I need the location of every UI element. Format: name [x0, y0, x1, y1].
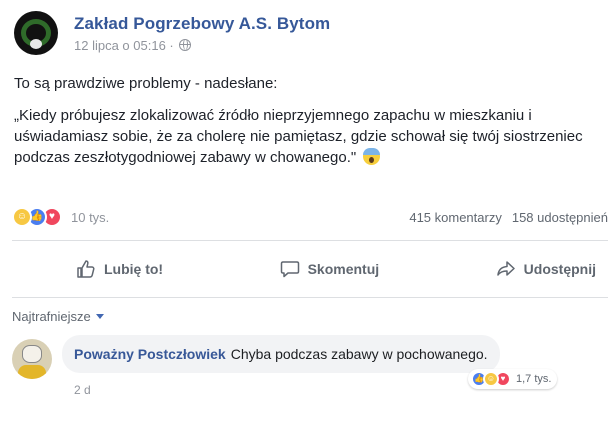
sort-label: Najtrafniejsze — [12, 309, 91, 324]
page-name-link[interactable]: Zakład Pogrzebowy A.S. Bytom — [74, 14, 330, 34]
reaction-icons[interactable]: ☺ 👍 ♥ — [12, 207, 62, 227]
comment-text: Chyba podczas zabawy w pochowanego. — [230, 346, 488, 362]
share-arrow-icon — [496, 261, 515, 276]
caret-down-icon — [95, 314, 104, 319]
divider — [12, 240, 608, 241]
comment-sort-dropdown[interactable]: Najtrafniejsze — [12, 309, 104, 324]
comment-reactions[interactable]: 👍 ☺ ♥ 1,7 tys. — [468, 369, 558, 389]
avatar-face — [22, 345, 42, 363]
avatar-shirt — [18, 365, 46, 379]
post-header: Zakład Pogrzebowy A.S. Bytom 12 lipca o … — [14, 10, 330, 56]
thumbs-up-icon — [77, 260, 95, 278]
post-intro-text: To są prawdziwe problemy - nadesłane: — [14, 75, 278, 92]
share-button-label: Udostępnij — [523, 261, 596, 277]
share-button[interactable]: Udostępnij — [496, 259, 596, 279]
comment-button[interactable]: Skomentuj — [280, 259, 380, 279]
like-button-label: Lubię to! — [104, 261, 164, 277]
face-screaming-in-fear-icon — [363, 148, 381, 165]
shares-count-link[interactable]: 158 udostępnień — [512, 210, 608, 225]
divider — [12, 297, 608, 298]
comment-button-label: Skomentuj — [307, 261, 380, 277]
speech-bubble-icon — [280, 261, 299, 278]
post-meta: 12 lipca o 05:16 · — [74, 38, 330, 53]
comments-count-link[interactable]: 415 komentarzy — [409, 210, 502, 225]
post-quote-text: „Kiedy próbujesz zlokalizować źródło nie… — [14, 107, 583, 166]
post-body: To są prawdziwe problemy - nadesłane: „K… — [14, 73, 604, 168]
post-quote: „Kiedy próbujesz zlokalizować źródło nie… — [14, 105, 604, 168]
comment-reaction-count: 1,7 tys. — [516, 373, 552, 385]
commenter-avatar[interactable] — [12, 339, 52, 379]
engagement-counts: 415 komentarzy 158 udostępnień — [409, 210, 608, 225]
post-action-bar: Lubię to! Skomentuj Udostępnij — [12, 249, 608, 289]
reaction-count[interactable]: 10 tys. — [71, 210, 109, 225]
header-text: Zakład Pogrzebowy A.S. Bytom 12 lipca o … — [74, 14, 330, 53]
haha-reaction-icon: ☺ — [12, 207, 32, 227]
comment-author-link[interactable]: Poważny Postczłowiek — [74, 346, 226, 362]
comment-bubble: Poważny Postczłowiek Chyba podczas zabaw… — [62, 335, 500, 373]
reactions-bar: ☺ 👍 ♥ 10 tys. 415 komentarzy 158 udostęp… — [12, 207, 608, 227]
comment-timestamp[interactable]: 2 d — [74, 383, 91, 397]
like-button[interactable]: Lubię to! — [76, 259, 163, 279]
post-timestamp[interactable]: 12 lipca o 05:16 · — [74, 38, 174, 53]
globe-icon[interactable] — [178, 39, 191, 51]
page-avatar[interactable] — [14, 11, 58, 55]
haha-reaction-icon: ☺ — [483, 371, 499, 387]
flower-icon — [30, 39, 42, 49]
